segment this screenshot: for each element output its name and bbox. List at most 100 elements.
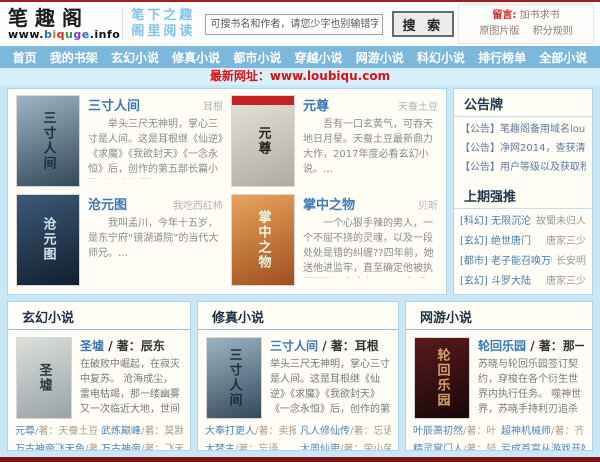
nav-item[interactable]: 都市小说 bbox=[233, 49, 281, 66]
bulletin-item[interactable]: 【公告】用户等级以及获取积分的详细规则 bbox=[460, 158, 586, 177]
book-cover[interactable]: 轮回乐园 bbox=[414, 337, 470, 419]
book-title-link[interactable]: 凡人修仙传 bbox=[300, 426, 350, 437]
cover-title-text: 掌中之物 bbox=[255, 209, 271, 270]
book-list-item[interactable]: 大周仙吏/著：荣小荣 bbox=[300, 441, 391, 451]
book-title-link[interactable]: 亏成首富从游戏开始 bbox=[501, 444, 585, 451]
section-title: 网游小说 bbox=[406, 302, 592, 330]
book-list-item[interactable]: 亏成首富从游戏开始/著： bbox=[501, 441, 585, 451]
book-list-item[interactable]: 元尊/著：天蚕土豆 bbox=[15, 423, 97, 441]
strong-recommend-item: [科幻] 无限沉沦 故蜀未归人 bbox=[460, 212, 586, 232]
book-title-link[interactable]: 武炼巅峰 bbox=[101, 426, 141, 437]
bulletin-item[interactable]: 【公告】净网2014，查获清理中，欢迎举报！ bbox=[460, 139, 586, 158]
latest-url-label: 最新网址： bbox=[209, 69, 270, 83]
book-list-item[interactable]: 大梦主/著：忘语 bbox=[205, 441, 296, 451]
points-rules-link[interactable]: 积分规则 bbox=[533, 26, 573, 37]
search-input[interactable] bbox=[205, 13, 384, 35]
book-title-link[interactable]: 精灵掌门人 bbox=[413, 444, 463, 451]
book-title-link[interactable]: 掌中之物 bbox=[303, 194, 355, 213]
section-featured-book: 圣墟 圣墟 / 著：辰东 在破败中崛起，在寂灭中复苏。 沧海成尘，雷电枯竭，那一… bbox=[8, 330, 190, 423]
cover-banner bbox=[232, 96, 294, 105]
book-title-link[interactable]: 超神机械师 bbox=[501, 426, 551, 437]
notice-box: 留言: 加书求书 原图片版 积分规则 bbox=[458, 4, 594, 44]
tagline-line2: 阁里阅读 bbox=[131, 24, 196, 39]
book-cover[interactable]: 圣墟 bbox=[16, 337, 72, 419]
book-title-link[interactable]: [玄幻] 斗罗大陆 bbox=[460, 272, 531, 292]
book-author: 长安明 bbox=[556, 256, 586, 267]
book-title-link[interactable]: 元尊 bbox=[303, 95, 329, 114]
book-list-item[interactable]: 凡人修仙传/著：忘语 bbox=[300, 423, 391, 441]
book-author: /著：轻泉流响 bbox=[463, 443, 497, 451]
site-logo[interactable]: 笔趣阁 www.biquge.info bbox=[8, 7, 120, 41]
book-title-link[interactable]: 轮回乐园 bbox=[478, 339, 526, 353]
book-title-link[interactable]: [科幻] 无限沉沦 bbox=[460, 212, 531, 232]
book-author: 贝昕 bbox=[418, 200, 438, 212]
book-author: /著：忘语 bbox=[350, 426, 391, 437]
book-title-link[interactable]: 大梦主 bbox=[205, 444, 235, 451]
search-button[interactable]: 搜 索 bbox=[392, 11, 455, 37]
book-title-link[interactable]: 万古神帝飞天鱼 bbox=[15, 444, 85, 451]
nav-item[interactable]: 修真小说 bbox=[172, 49, 220, 66]
book-title-link[interactable]: 三寸人间 bbox=[270, 339, 318, 353]
book-title-link[interactable]: 大奉打更人 bbox=[205, 426, 255, 437]
book-list-item[interactable]: 万古神帝/著：飞天鱼 bbox=[101, 441, 183, 451]
cover-title-text: 沧元图 bbox=[40, 217, 56, 262]
card-info: 掌中之物 贝昕 一个心狠手辣的男人，一个不屈不挠的灵魂，以及一段处处是错的纠缠?… bbox=[303, 194, 438, 289]
book-cover[interactable]: 三寸人间 bbox=[16, 95, 80, 187]
nav-item[interactable]: 排行榜单 bbox=[478, 49, 526, 66]
book-title-link[interactable]: 沧元图 bbox=[88, 194, 127, 213]
latest-url-bar: 最新网址：www.loubiqu.com bbox=[0, 68, 600, 85]
featured-info: 轮回乐园 / 著：那一只蚊子 苏晓与轮回乐园签订契约，穿梭在各个衍生世界内执行任… bbox=[478, 337, 584, 419]
book-list-item[interactable]: 超神机械师/著：齐佩甲 bbox=[501, 423, 585, 441]
book-description: 一个心狠手辣的男人，一个不屈不挠的灵魂，以及一段处处是错的纠缠??四年前，她送他… bbox=[303, 217, 434, 274]
book-title-link[interactable]: [玄幻] 绝世唐门 bbox=[460, 232, 531, 252]
book-cover[interactable]: 掌中之物 bbox=[231, 193, 295, 286]
book-title-link[interactable]: [都市] 老子能召唤万物 bbox=[460, 252, 552, 272]
book-title-link[interactable]: 元尊 bbox=[15, 426, 35, 437]
book-title-link[interactable]: 圣墟 bbox=[80, 339, 104, 353]
latest-url-link[interactable]: www.loubiqu.com bbox=[270, 69, 390, 83]
book-cover[interactable]: 元尊 bbox=[231, 95, 295, 187]
site-logo-title[interactable]: 笔趣阁 bbox=[8, 7, 120, 29]
cover-title-text: 圣墟 bbox=[36, 363, 52, 393]
book-list-item[interactable]: 叶辰萧初然/著：叶辰萧初然 bbox=[413, 423, 497, 441]
book-author: /著：卖报小郎君 bbox=[255, 426, 296, 437]
site-header: 笔趣阁 www.biquge.info 笔下之趣 阁里阅读 搜 索 留言: 加书… bbox=[0, 2, 600, 46]
cover-title-text: 轮回乐园 bbox=[434, 348, 450, 408]
logo-domain-letter: www. bbox=[8, 27, 44, 41]
nav-item[interactable]: 我的书架 bbox=[50, 49, 98, 66]
nav-item[interactable]: 穿越小说 bbox=[295, 49, 343, 66]
book-title-link[interactable]: 叶辰萧初然 bbox=[413, 426, 463, 437]
add-book-request-link[interactable]: 加书求书 bbox=[520, 10, 560, 21]
book-title-link[interactable]: 大周仙吏 bbox=[300, 444, 340, 451]
book-list-item[interactable]: 万古神帝飞天鱼/著：飞天 bbox=[15, 441, 97, 451]
picture-version-link[interactable]: 原图片版 bbox=[479, 26, 519, 37]
book-cover[interactable]: 三寸人间 bbox=[206, 337, 262, 419]
bulletin-board-title: 公告牌 bbox=[454, 89, 592, 117]
nav-item[interactable]: 科幻小说 bbox=[417, 49, 465, 66]
nav-item[interactable]: 全部小说 bbox=[539, 49, 587, 66]
book-list-item[interactable]: 大奉打更人/著：卖报小郎君 bbox=[205, 423, 296, 441]
title-separator: / bbox=[526, 339, 539, 353]
by-label: 著： bbox=[330, 339, 355, 353]
logo-domain-letter: g bbox=[73, 27, 82, 41]
book-list-item[interactable]: 精灵掌门人/著：轻泉流响 bbox=[413, 441, 497, 451]
book-cover[interactable]: 沧元图 bbox=[16, 193, 80, 286]
header-divider bbox=[122, 8, 124, 40]
section-featured-book: 三寸人间 三寸人间 / 著：耳根 举头三尺无神明，掌心三寸是人间。这是耳根继《仙… bbox=[198, 330, 398, 423]
book-description: 举头三尺无神明，掌心三寸是人间。这是耳根继《仙逆》《求魔》《我欲封天》《一念永恒… bbox=[88, 119, 223, 175]
featured-info: 圣墟 / 著：辰东 在破败中崛起，在寂灭中复苏。 沧海成尘，雷电枯竭，那一缕幽雾… bbox=[80, 337, 182, 419]
bulletin-item[interactable]: 【公告】笔趣阁备用域名loubiqu.com无弹窗 bbox=[460, 120, 586, 139]
book-author: /著：齐佩甲 bbox=[551, 426, 585, 437]
section-xiuzhen: 修真小说 三寸人间 三寸人间 / 著：耳根 举头三尺无神明，掌心三寸是人间。这是… bbox=[197, 301, 399, 451]
card-info: 沧元图 我吃西红柿 我叫孟川，今年十五岁，是东宁府“镜湖道院”的当代大师兄。… bbox=[88, 194, 223, 289]
book-description: 吾有一口玄黄气，可吞天地日月星。天蚕土豆最新鼎力大作，2017年度必看玄幻小说。… bbox=[303, 119, 433, 175]
book-title-link[interactable]: 万古神帝 bbox=[101, 444, 141, 451]
book-list-item[interactable]: 武炼巅峰/著：莫默 bbox=[101, 423, 183, 441]
nav-item[interactable]: 玄幻小说 bbox=[111, 49, 159, 66]
book-description: 在破败中崛起，在寂灭中复苏。 沧海成尘，雷电枯竭，那一缕幽雾又一次临近大地，世间… bbox=[80, 359, 180, 415]
nav-item[interactable]: 首页 bbox=[13, 49, 37, 66]
book-author: 故蜀未归人 bbox=[536, 216, 586, 227]
nav-item[interactable]: 网游小说 bbox=[356, 49, 404, 66]
book-author: /著：忘语 bbox=[235, 443, 279, 451]
book-title-link[interactable]: 三寸人间 bbox=[88, 95, 140, 114]
